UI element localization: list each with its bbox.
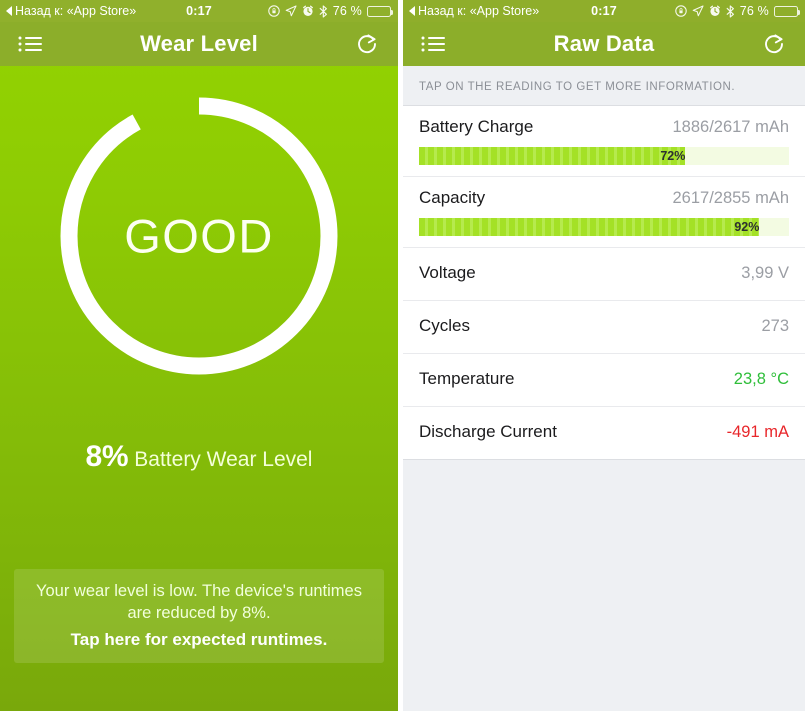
status-bar-back-link-right[interactable]: Назад к: «App Store» — [409, 4, 539, 18]
nav-bar-right: Raw Data — [403, 22, 805, 66]
row-label: Voltage — [419, 263, 476, 282]
refresh-button-left[interactable] — [354, 31, 380, 57]
wear-status-label: GOOD — [124, 209, 274, 263]
row-value: 273 — [761, 317, 789, 335]
status-bar-back-label: Назад к: «App Store» — [15, 4, 137, 18]
raw-data-list: Battery Charge 1886/2617 mAh 72% Capacit… — [403, 105, 805, 460]
table-row[interactable]: Voltage 3,99 V — [403, 247, 805, 300]
location-arrow-icon — [692, 5, 704, 17]
wear-level-screen: Назад к: «App Store» 0:17 76 % Wear Leve… — [0, 0, 398, 711]
row-label: Capacity — [419, 188, 486, 207]
table-row[interactable]: Discharge Current -491 mA — [403, 406, 805, 459]
status-bar-battery-percent: 76 % — [332, 4, 362, 18]
row-value: -491 mA — [726, 423, 789, 441]
back-triangle-icon — [409, 6, 415, 16]
dual-screenshot-container: Назад к: «App Store» 0:17 76 % Wear Leve… — [0, 0, 805, 711]
table-row[interactable]: Temperature 23,8 °C — [403, 353, 805, 406]
rotation-lock-icon — [674, 5, 687, 17]
wear-summary: 8% Battery Wear Level — [0, 440, 398, 474]
status-bar-back-link[interactable]: Назад к: «App Store» — [6, 4, 136, 18]
status-bar-back-label-right: Назад к: «App Store» — [418, 4, 540, 18]
row-value: 23,8 °C — [733, 370, 789, 388]
bluetooth-icon — [319, 4, 327, 18]
row-value: 1886/2617 mAh — [672, 118, 789, 136]
status-bar-right: Назад к: «App Store» 0:17 76 % — [403, 0, 805, 22]
row-label: Battery Charge — [419, 117, 534, 136]
refresh-icon — [358, 34, 376, 54]
back-triangle-icon — [6, 6, 12, 16]
menu-button-right[interactable] — [421, 34, 447, 54]
wear-gauge-container: GOOD — [0, 94, 398, 378]
row-label: Cycles — [419, 316, 471, 335]
battery-icon — [367, 5, 394, 17]
progress-bar-label: 92% — [734, 220, 760, 234]
status-bar-battery-percent-right: 76 % — [739, 4, 769, 18]
row-label: Discharge Current — [419, 422, 557, 441]
refresh-button-right[interactable] — [761, 31, 787, 57]
wear-percent-label: Battery Wear Level — [134, 448, 313, 471]
refresh-icon — [765, 34, 783, 54]
wear-donut-gauge: GOOD — [57, 94, 341, 378]
list-menu-icon — [18, 36, 42, 52]
battery-icon — [774, 5, 801, 17]
progress-bar-label: 72% — [660, 149, 686, 163]
raw-data-screen: Назад к: «App Store» 0:17 76 % Raw Data … — [403, 0, 805, 711]
location-arrow-icon — [285, 5, 297, 17]
banner-message: Your wear level is low. The device's run… — [36, 582, 362, 623]
table-row[interactable]: Cycles 273 — [403, 300, 805, 353]
hint-text: TAP ON THE READING TO GET MORE INFORMATI… — [419, 81, 736, 93]
table-row[interactable]: Battery Charge 1886/2617 mAh 72% — [403, 106, 805, 165]
row-value: 2617/2855 mAh — [672, 189, 789, 207]
progress-bar-track: 92% — [419, 218, 789, 236]
wear-warning-banner[interactable]: Your wear level is low. The device's run… — [14, 569, 384, 663]
page-title-left: Wear Level — [140, 31, 258, 56]
row-value: 3,99 V — [741, 264, 789, 282]
banner-cta-label[interactable]: Tap here for expected runtimes. — [24, 630, 374, 650]
nav-bar-left: Wear Level — [0, 22, 398, 66]
status-bar-indicators: 76 % — [267, 4, 394, 18]
hint-bar: TAP ON THE READING TO GET MORE INFORMATI… — [403, 66, 805, 105]
list-menu-icon — [421, 36, 445, 52]
alarm-clock-icon — [709, 5, 720, 16]
progress-bar-track: 72% — [419, 147, 789, 165]
bluetooth-icon — [726, 4, 734, 18]
rotation-lock-icon — [267, 5, 280, 17]
row-label: Temperature — [419, 369, 515, 388]
status-bar-left: Назад к: «App Store» 0:17 76 % — [0, 0, 398, 22]
wear-percent-value: 8% — [85, 440, 129, 473]
status-bar-indicators-right: 76 % — [674, 4, 801, 18]
alarm-clock-icon — [302, 5, 313, 16]
table-row[interactable]: Capacity 2617/2855 mAh 92% — [403, 176, 805, 236]
menu-button-left[interactable] — [18, 34, 44, 54]
page-title-right: Raw Data — [553, 31, 655, 56]
